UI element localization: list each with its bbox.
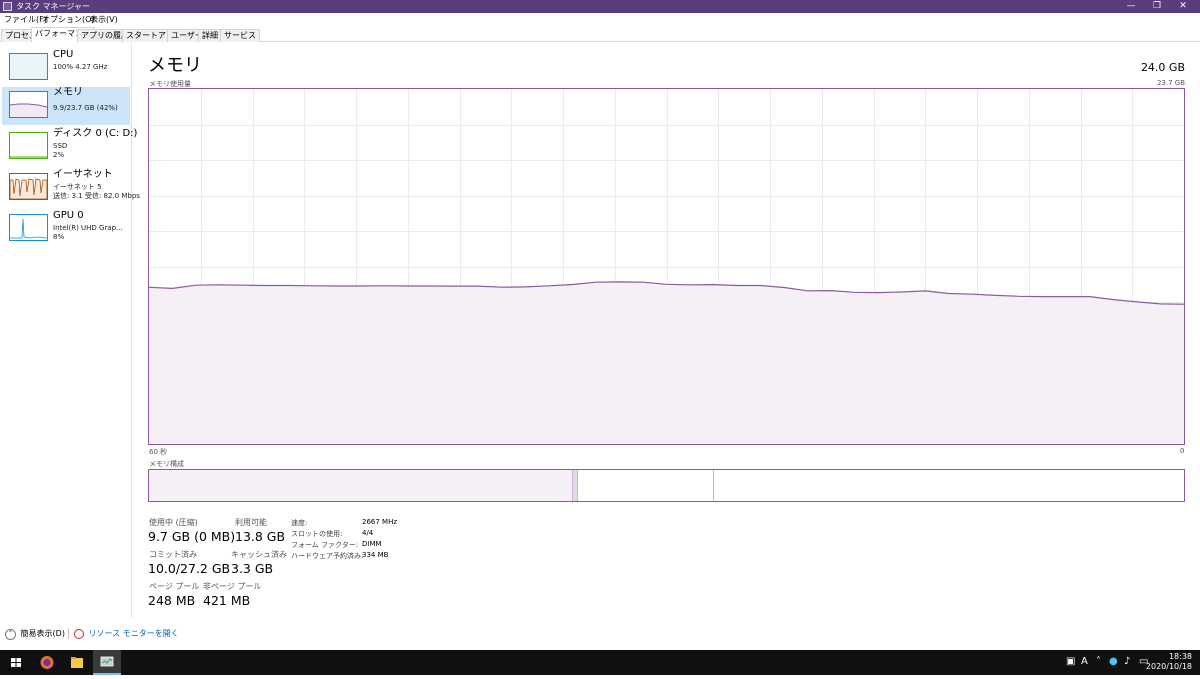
- detail-value-slots: 4/4: [362, 529, 374, 537]
- usage-graph-max: 23.7 GB: [1156, 79, 1185, 87]
- sidebar-item-detail: 8%: [53, 233, 65, 241]
- explorer-taskbar-icon[interactable]: [63, 650, 91, 675]
- gpu-mini-graph: [9, 214, 48, 241]
- speaker-icon[interactable]: ♪: [1124, 656, 1130, 667]
- tab-details[interactable]: 詳細: [198, 29, 222, 42]
- fewer-details-label: 簡易表示(D): [20, 629, 65, 638]
- paged-pool-value: 248 MB: [148, 593, 196, 608]
- ethernet-mini-graph: [9, 173, 48, 200]
- onedrive-icon[interactable]: ●: [1109, 656, 1118, 667]
- in-use-label: 使用中 (圧縮): [149, 518, 198, 527]
- sidebar-item-label: CPU: [53, 49, 74, 60]
- notification-app-icon[interactable]: ▣: [1066, 656, 1075, 667]
- task-manager-icon: [100, 656, 114, 667]
- available-value: 13.8 GB: [235, 529, 286, 544]
- clock-date: 2020/10/18: [1145, 662, 1192, 671]
- sidebar-item-cpu[interactable]: CPU 100% 4.27 GHz: [2, 49, 130, 87]
- resource-monitor-link[interactable]: リソース モニターを開く: [74, 624, 179, 645]
- memory-usage-graph: [148, 88, 1185, 445]
- composition-in-use: [149, 470, 573, 501]
- bottom-divider: [68, 629, 69, 639]
- detail-label-slots: スロットの使用:: [291, 530, 343, 538]
- sidebar-item-memory[interactable]: メモリ 9.9/23.7 GB (42%): [2, 87, 130, 125]
- menu-file[interactable]: ファイル(F): [4, 13, 47, 27]
- firefox-icon: [40, 656, 54, 669]
- resource-monitor-icon: [74, 629, 84, 639]
- sidebar-item-label: GPU 0: [53, 210, 84, 221]
- detail-label-form-factor: フォーム ファクター:: [291, 541, 359, 549]
- sidebar-item-detail: SSD: [53, 142, 68, 150]
- windows-logo-icon: [11, 658, 21, 667]
- composition-label: メモリ構成: [149, 460, 184, 468]
- available-label: 利用可能: [235, 518, 267, 527]
- total-memory: 24.0 GB: [1140, 61, 1185, 74]
- sidebar-item-detail: 100% 4.27 GHz: [53, 63, 108, 71]
- sidebar-item-detail: 2%: [53, 151, 65, 159]
- chevron-up-icon: ˄: [5, 628, 16, 640]
- cached-value: 3.3 GB: [231, 561, 274, 576]
- window-title: タスク マネージャー: [16, 2, 90, 11]
- memory-usage-area: [149, 281, 1184, 444]
- task-manager-taskbar-icon[interactable]: [93, 650, 121, 675]
- sidebar-item-label: メモリ: [53, 87, 83, 98]
- detail-label-hw-reserved: ハードウェア予約済み:: [291, 552, 364, 560]
- ethernet-mini-graph-svg: [10, 178, 47, 199]
- paged-pool-label: ページ プール: [149, 582, 200, 591]
- menu-view[interactable]: 表示(V): [90, 13, 118, 27]
- time-axis-start: 60 秒: [149, 448, 168, 456]
- sidebar-item-detail: 送信: 3.1 受信: 82.0 Mbps: [53, 192, 140, 200]
- menu-bar: ファイル(F) オプション(O) 表示(V): [0, 13, 1200, 27]
- gpu-mini-graph-svg: [10, 218, 47, 239]
- nonpaged-pool-label: 非ページ プール: [203, 582, 262, 591]
- detail-value-form-factor: DIMM: [362, 540, 382, 548]
- memory-usage-graph-svg: [149, 89, 1184, 444]
- task-manager-icon: [3, 2, 12, 11]
- ime-indicator[interactable]: A: [1081, 656, 1088, 667]
- sidebar-item-gpu[interactable]: GPU 0 Intel(R) UHD Grap... 8%: [2, 210, 130, 248]
- sidebar-item-disk[interactable]: ディスク 0 (C: D:) SSD 2%: [2, 128, 137, 166]
- sidebar-item-detail: イーサネット 5: [53, 183, 102, 191]
- memory-mini-graph: [9, 91, 48, 118]
- page-title: メモリ: [148, 55, 202, 76]
- sidebar-item-ethernet[interactable]: イーサネット イーサネット 5 送信: 3.1 受信: 82.0 Mbps: [2, 169, 140, 207]
- taskbar-clock[interactable]: 18:38 2020/10/18: [1146, 652, 1192, 672]
- committed-label: コミット済み: [149, 550, 197, 559]
- disk-mini-graph: [9, 132, 48, 159]
- cpu-mini-graph: [9, 53, 48, 80]
- in-use-value: 9.7 GB (0 MB): [148, 529, 236, 544]
- sidebar-item-label: ディスク 0 (C: D:): [53, 128, 138, 139]
- composition-standby: [578, 470, 714, 501]
- memory-mini-graph-svg: [10, 103, 47, 117]
- minimize-button[interactable]: —: [1118, 0, 1144, 13]
- detail-value-hw-reserved: 334 MB: [362, 551, 389, 559]
- detail-value-speed: 2667 MHz: [362, 518, 398, 526]
- tab-services[interactable]: サービス: [220, 29, 260, 42]
- folder-icon: [71, 657, 83, 668]
- time-axis-end: 0: [1180, 447, 1185, 455]
- sidebar-item-detail: Intel(R) UHD Grap...: [53, 224, 123, 232]
- disk-mini-graph-svg: [10, 156, 47, 158]
- committed-value: 10.0/27.2 GB: [148, 561, 231, 576]
- resource-sidebar: CPU 100% 4.27 GHz メモリ 9.9/23.7 GB (42%) …: [0, 43, 140, 618]
- fewer-details-button[interactable]: ˄ 簡易表示(D): [5, 624, 65, 645]
- firefox-taskbar-icon[interactable]: [33, 650, 61, 675]
- detail-label-speed: 速度:: [291, 519, 308, 527]
- sidebar-item-detail: 9.9/23.7 GB (42%): [53, 104, 118, 112]
- clock-time: 18:38: [1168, 652, 1192, 661]
- close-button[interactable]: ✕: [1170, 0, 1196, 13]
- menu-options[interactable]: オプション(O): [42, 13, 95, 27]
- sidebar-item-label: イーサネット: [53, 169, 113, 180]
- start-button[interactable]: [2, 650, 30, 675]
- chevron-up-icon[interactable]: ˄: [1096, 656, 1101, 667]
- taskbar: ▣ A ˄ ● ♪ ▭ 18:38 2020/10/18: [0, 650, 1200, 675]
- cached-label: キャッシュ済み: [231, 550, 287, 559]
- tab-bar: プロセス パフォーマンス アプリの履歴 スタートアップ ユーザー 詳細 サービス: [0, 27, 1200, 42]
- restore-button[interactable]: ❐: [1144, 0, 1170, 13]
- memory-composition-bar: [148, 469, 1185, 502]
- bottom-bar: ˄ 簡易表示(D) リソース モニターを開く: [0, 624, 1200, 644]
- title-bar: タスク マネージャー — ❐ ✕: [0, 0, 1200, 13]
- nonpaged-pool-value: 421 MB: [203, 593, 251, 608]
- resource-monitor-label: リソース モニターを開く: [88, 629, 179, 638]
